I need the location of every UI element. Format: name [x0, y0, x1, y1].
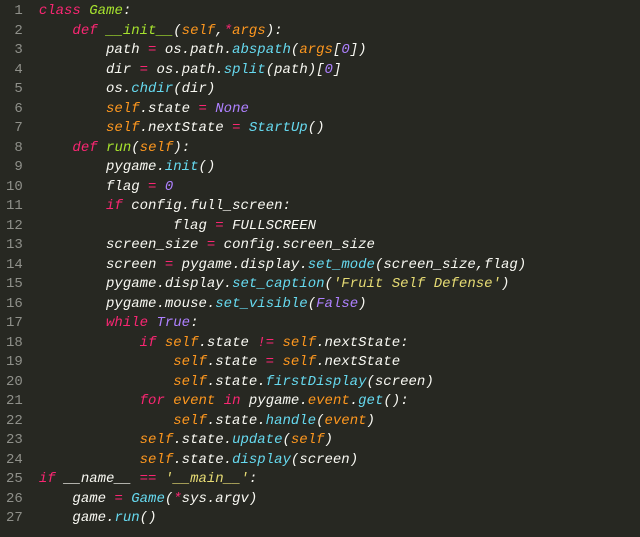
line-number: 23 — [6, 431, 23, 451]
line-number: 17 — [6, 314, 23, 334]
code-line[interactable]: while True: — [39, 314, 526, 334]
code-line[interactable]: flag = FULLSCREEN — [39, 217, 526, 237]
code-line[interactable]: os.chdir(dir) — [39, 80, 526, 100]
code-line[interactable]: flag = 0 — [39, 178, 526, 198]
line-number: 16 — [6, 295, 23, 315]
code-editor: 1234567891011121314151617181920212223242… — [0, 0, 640, 529]
code-line[interactable]: self.nextState = StartUp() — [39, 119, 526, 139]
line-number: 6 — [6, 100, 23, 120]
line-number: 21 — [6, 392, 23, 412]
code-line[interactable]: if config.full_screen: — [39, 197, 526, 217]
code-line[interactable]: pygame.init() — [39, 158, 526, 178]
code-line[interactable]: pygame.mouse.set_visible(False) — [39, 295, 526, 315]
code-line[interactable]: self.state.firstDisplay(screen) — [39, 373, 526, 393]
line-number: 14 — [6, 256, 23, 276]
line-number: 19 — [6, 353, 23, 373]
code-line[interactable]: self.state.display(screen) — [39, 451, 526, 471]
code-line[interactable]: def __init__(self,*args): — [39, 22, 526, 42]
code-line[interactable]: if __name__ == '__main__': — [39, 470, 526, 490]
line-number: 11 — [6, 197, 23, 217]
code-line[interactable]: screen = pygame.display.set_mode(screen_… — [39, 256, 526, 276]
line-number: 4 — [6, 61, 23, 81]
line-number: 26 — [6, 490, 23, 510]
line-number: 3 — [6, 41, 23, 61]
line-number: 25 — [6, 470, 23, 490]
line-number: 9 — [6, 158, 23, 178]
line-number: 8 — [6, 139, 23, 159]
line-number: 5 — [6, 80, 23, 100]
code-area[interactable]: class Game: def __init__(self,*args): pa… — [33, 2, 526, 529]
line-number: 7 — [6, 119, 23, 139]
line-number: 15 — [6, 275, 23, 295]
code-line[interactable]: class Game: — [39, 2, 526, 22]
code-line[interactable]: for event in pygame.event.get(): — [39, 392, 526, 412]
line-number: 27 — [6, 509, 23, 529]
line-number: 1 — [6, 2, 23, 22]
line-number: 20 — [6, 373, 23, 393]
line-number: 22 — [6, 412, 23, 432]
code-line[interactable]: game = Game(*sys.argv) — [39, 490, 526, 510]
line-number: 10 — [6, 178, 23, 198]
code-line[interactable]: if self.state != self.nextState: — [39, 334, 526, 354]
code-line[interactable]: self.state.handle(event) — [39, 412, 526, 432]
code-line[interactable]: screen_size = config.screen_size — [39, 236, 526, 256]
line-number-gutter: 1234567891011121314151617181920212223242… — [0, 2, 33, 529]
code-line[interactable]: self.state = self.nextState — [39, 353, 526, 373]
code-line[interactable]: self.state.update(self) — [39, 431, 526, 451]
line-number: 18 — [6, 334, 23, 354]
code-line[interactable]: def run(self): — [39, 139, 526, 159]
line-number: 2 — [6, 22, 23, 42]
code-line[interactable]: dir = os.path.split(path)[0] — [39, 61, 526, 81]
line-number: 12 — [6, 217, 23, 237]
line-number: 13 — [6, 236, 23, 256]
code-line[interactable]: self.state = None — [39, 100, 526, 120]
code-line[interactable]: pygame.display.set_caption('Fruit Self D… — [39, 275, 526, 295]
code-line[interactable]: path = os.path.abspath(args[0]) — [39, 41, 526, 61]
line-number: 24 — [6, 451, 23, 471]
code-line[interactable]: game.run() — [39, 509, 526, 529]
